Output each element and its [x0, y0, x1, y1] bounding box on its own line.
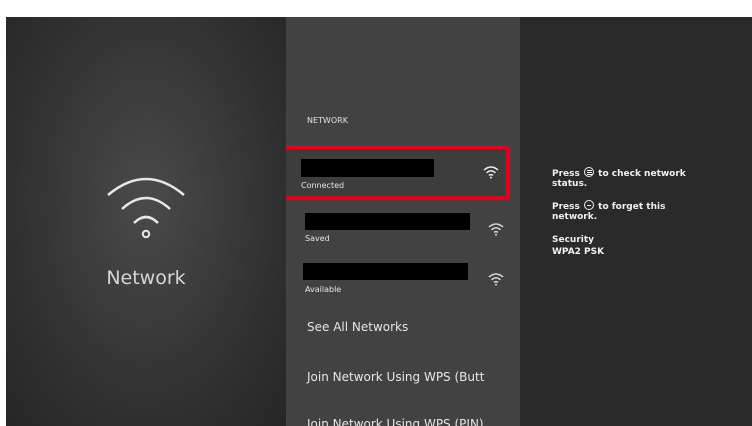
network-status: Saved	[305, 234, 330, 243]
help-check-status: Press to check network status.	[552, 167, 686, 189]
network-item-saved[interactable]: Saved	[302, 209, 504, 255]
wifi-icon	[488, 223, 504, 236]
help-text: network.	[552, 212, 598, 222]
wifi-icon	[107, 177, 185, 239]
menu-button-icon	[584, 167, 594, 177]
page-title: Network	[106, 267, 186, 289]
help-panel: Press to check network status. Press to …	[520, 17, 752, 426]
wifi-icon	[483, 166, 499, 179]
redacted-network-name	[301, 159, 434, 177]
network-item-available[interactable]: Available	[302, 260, 504, 306]
help-text: status.	[552, 179, 588, 189]
see-all-networks-button[interactable]: See All Networks	[307, 320, 408, 334]
help-forget-network: Press to forget this network.	[552, 200, 665, 222]
wifi-icon	[488, 273, 504, 286]
network-item-connected[interactable]: Connected	[286, 145, 510, 200]
redacted-network-name	[305, 213, 470, 230]
security-label: Security	[552, 235, 595, 245]
category-panel: Network	[6, 17, 286, 426]
help-text: to check network	[598, 169, 686, 179]
redacted-network-name	[303, 263, 468, 280]
section-label: NETWORK	[307, 116, 348, 125]
help-text: Press	[552, 202, 580, 212]
network-menu: NETWORK Connected Saved Available See Al…	[286, 17, 520, 426]
join-wps-pin-item[interactable]: Join Network Using WPS (PIN)	[307, 417, 484, 426]
network-status: Connected	[301, 181, 345, 190]
security-value: WPA2 PSK	[552, 247, 605, 257]
network-status: Available	[305, 285, 342, 294]
options-button-icon	[584, 200, 594, 210]
help-text: to forget this	[598, 202, 666, 212]
help-text: Press	[552, 169, 580, 179]
tv-screen: Network NETWORK Connected Saved Availabl…	[6, 17, 752, 426]
join-wps-button-item[interactable]: Join Network Using WPS (Butt	[307, 370, 484, 384]
